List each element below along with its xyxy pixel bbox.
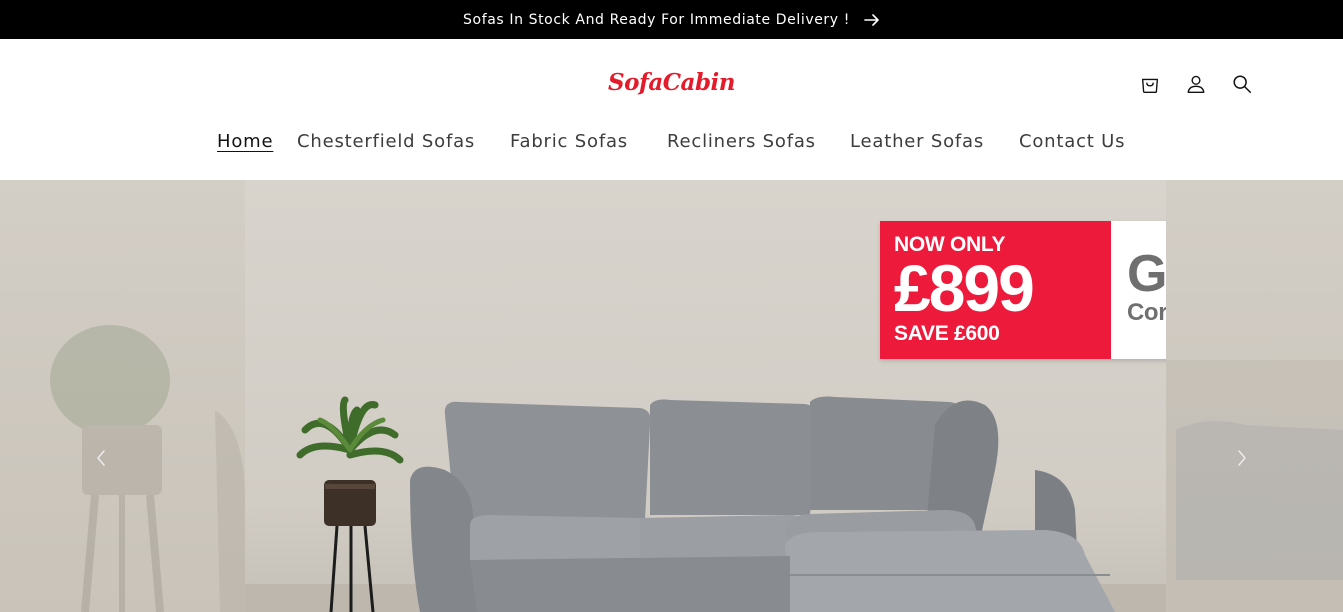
nav-item-leather-sofas[interactable]: Leather Sofas: [850, 131, 984, 152]
account-icon[interactable]: [1184, 72, 1208, 96]
next-slide-preview: [1166, 180, 1343, 612]
chevron-right-icon: [1238, 450, 1246, 466]
site-logo[interactable]: SofaCabin: [608, 69, 736, 96]
arrow-right-icon: [864, 13, 879, 26]
announcement-bar: Sofas In Stock And Ready For Immediate D…: [0, 0, 1343, 39]
nav-item-chesterfield-sofas[interactable]: Chesterfield Sofas: [297, 131, 475, 152]
current-slide: NOW ONLY £899 SAVE £600 GARDA Corner sof…: [245, 180, 1343, 612]
previous-slide-preview: [0, 180, 245, 612]
promo-price: £899: [894, 251, 1035, 325]
search-icon[interactable]: [1230, 72, 1254, 96]
chevron-left-icon: [97, 450, 105, 466]
cart-icon[interactable]: [1138, 72, 1162, 96]
header-icons: [1138, 72, 1254, 96]
promo-price-panel: NOW ONLY £899 SAVE £600: [880, 221, 1111, 359]
blurred-sofa-image: [1166, 360, 1343, 612]
nav-item-fabric-sofas[interactable]: Fabric Sofas: [510, 131, 628, 152]
nav-item-recliners-sofas[interactable]: Recliners Sofas: [667, 131, 816, 152]
announcement-link[interactable]: Sofas In Stock And Ready For Immediate D…: [463, 12, 880, 28]
announcement-text: Sofas In Stock And Ready For Immediate D…: [463, 11, 850, 28]
hero-slideshow: NOW ONLY £899 SAVE £600 GARDA Corner sof…: [0, 180, 1343, 612]
main-nav: Home Chesterfield Sofas Fabric Sofas Rec…: [0, 131, 1343, 157]
site-header: SofaCabin Home Chesterfield Sofas Fabric…: [0, 39, 1343, 180]
slideshow-next-button[interactable]: [1232, 448, 1252, 468]
slideshow-prev-button[interactable]: [91, 448, 111, 468]
plant-stand: [296, 396, 404, 612]
nav-item-home[interactable]: Home: [217, 131, 273, 152]
blurred-plant-image: [50, 325, 245, 612]
nav-item-contact-us[interactable]: Contact Us: [1019, 131, 1125, 152]
